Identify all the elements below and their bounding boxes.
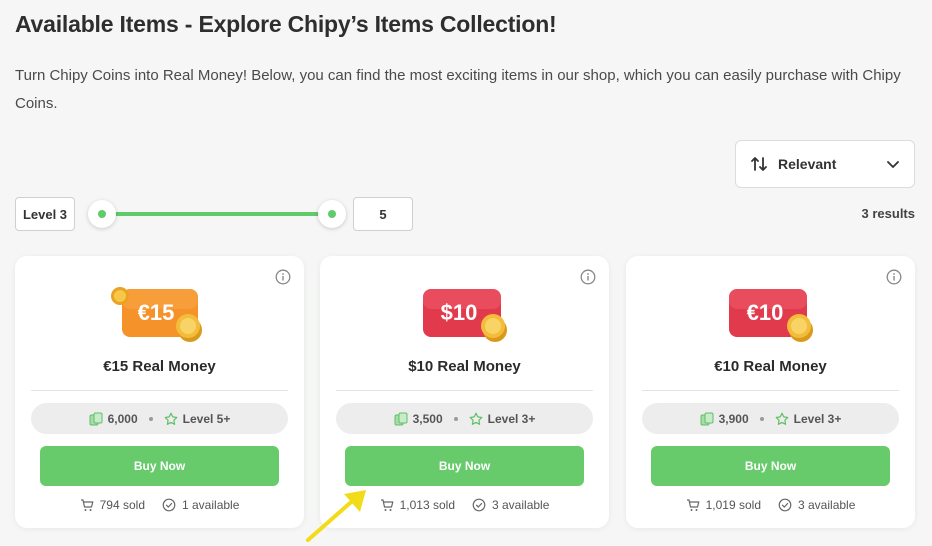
sort-arrows-icon [751, 157, 767, 171]
item-name: €10 Real Money [714, 358, 827, 375]
item-price: 3,500 [412, 411, 443, 426]
cart-icon [686, 499, 700, 511]
sold-stat: 794 sold [80, 498, 145, 512]
badge-text: €10 [746, 300, 783, 325]
star-icon [469, 412, 483, 425]
buy-now-button[interactable]: Buy Now [651, 446, 890, 486]
slider-track [102, 212, 332, 216]
item-card-eur15[interactable]: €15 €15 Real Money 6,000 Level 5+ Buy No… [15, 256, 304, 528]
sold-stat: 1,013 sold [380, 498, 455, 512]
info-icon[interactable] [275, 269, 291, 285]
slider-thumb-min[interactable] [88, 200, 116, 228]
cart-icon [380, 499, 394, 511]
buy-now-button[interactable]: Buy Now [40, 446, 279, 486]
divider [31, 390, 288, 391]
level-range-slider[interactable] [88, 199, 346, 229]
item-level: Level 3+ [487, 411, 536, 426]
price-level-pill: 6,000 Level 5+ [31, 403, 288, 434]
price-level-pill: 3,500 Level 3+ [336, 403, 593, 434]
star-icon [775, 412, 789, 425]
page-description: Turn Chipy Coins into Real Money! Below,… [15, 67, 901, 112]
available-count: 1 available [182, 498, 240, 512]
badge-text: $10 [440, 300, 477, 325]
cart-icon [80, 499, 94, 511]
item-card-eur10[interactable]: €10 €10 Real Money 3,900 Level 3+ Buy No… [626, 256, 915, 528]
sold-count: 794 sold [99, 498, 145, 512]
sold-count: 1,019 sold [705, 498, 761, 512]
usd-10-badge-icon: $10 [422, 289, 507, 342]
sold-stat: 1,019 sold [686, 498, 761, 512]
info-icon[interactable] [886, 269, 902, 285]
item-stats: 1,019 sold 3 available [626, 498, 915, 512]
item-level: Level 3+ [793, 411, 842, 426]
sold-count: 1,013 sold [399, 498, 455, 512]
separator-dot [148, 416, 153, 421]
divider [642, 390, 899, 391]
available-stat: 3 available [472, 498, 549, 512]
page-title: Available Items - Explore Chipy’s Items … [15, 11, 557, 37]
item-price: 6,000 [107, 411, 138, 426]
item-name: $10 Real Money [408, 358, 521, 375]
divider [336, 390, 593, 391]
sort-label: Relevant [778, 156, 837, 172]
slider-thumb-max[interactable] [318, 200, 346, 228]
item-price: 3,900 [718, 411, 749, 426]
coins-icon [394, 412, 408, 425]
star-icon [164, 412, 178, 425]
price-level-pill: 3,900 Level 3+ [642, 403, 899, 434]
available-stat: 3 available [778, 498, 855, 512]
check-circle-icon [778, 498, 792, 512]
item-stats: 794 sold 1 available [15, 498, 304, 512]
coins-icon [700, 412, 714, 425]
available-count: 3 available [492, 498, 550, 512]
buy-now-button[interactable]: Buy Now [345, 446, 584, 486]
annotation-arrow-icon [306, 490, 366, 542]
item-name: €15 Real Money [103, 358, 216, 375]
euro-15-badge-icon: €15 [110, 287, 202, 342]
info-icon[interactable] [580, 269, 596, 285]
available-count: 3 available [798, 498, 856, 512]
euro-10-badge-icon: €10 [728, 289, 813, 342]
separator-dot [453, 416, 458, 421]
level-max-input[interactable] [353, 197, 413, 231]
level-min-chip[interactable]: Level 3 [15, 197, 75, 231]
available-stat: 1 available [162, 498, 239, 512]
check-circle-icon [162, 498, 176, 512]
results-count: 3 results [861, 206, 915, 221]
badge-text: €15 [137, 300, 174, 325]
check-circle-icon [472, 498, 486, 512]
chevron-down-icon [887, 161, 899, 168]
sort-dropdown[interactable]: Relevant [735, 140, 915, 188]
separator-dot [759, 416, 764, 421]
item-level: Level 5+ [182, 411, 231, 426]
coins-icon [89, 412, 103, 425]
